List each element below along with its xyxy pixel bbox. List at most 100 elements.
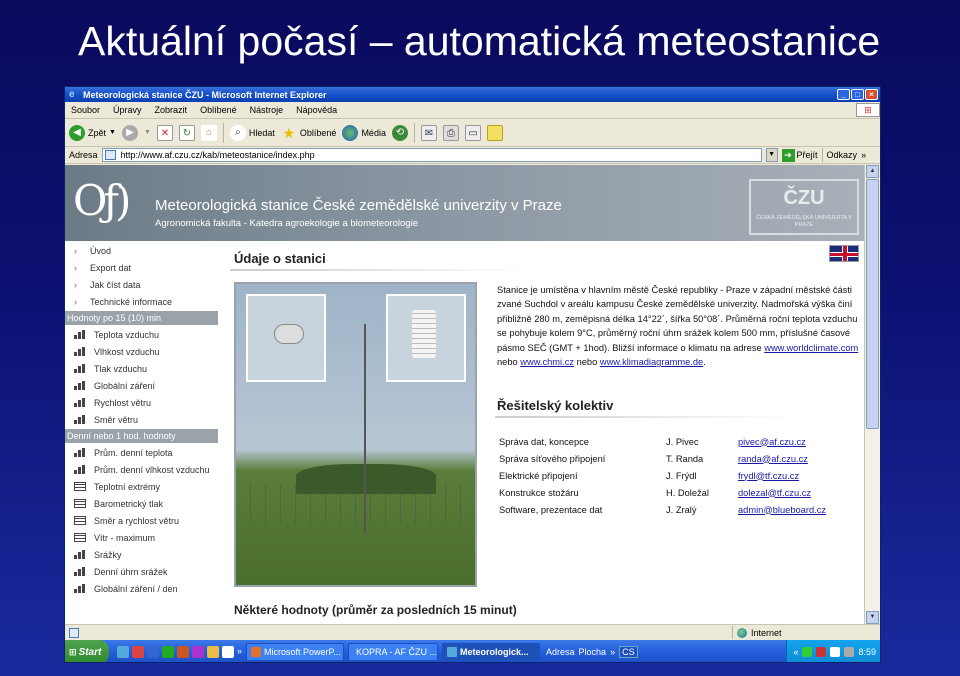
vertical-scrollbar[interactable]: ▲ ▼ bbox=[864, 165, 880, 624]
nav-label: Směr a rychlost větru bbox=[94, 515, 180, 526]
team-email-link[interactable]: pivec@af.czu.cz bbox=[738, 437, 806, 447]
chevron-left-icon[interactable]: « bbox=[793, 647, 798, 657]
scroll-down-icon[interactable]: ▼ bbox=[866, 611, 879, 624]
chevron-right-icon[interactable]: » bbox=[610, 647, 615, 657]
taskbar-item-kopra[interactable]: KOPRA - AF ČZU ... bbox=[348, 643, 439, 661]
edit-icon[interactable]: ▭ bbox=[464, 124, 481, 141]
chevron-right-icon[interactable]: » bbox=[861, 150, 866, 160]
heading-underline bbox=[495, 416, 795, 418]
chevron-right-icon[interactable]: » bbox=[237, 646, 242, 658]
nav-label: Rychlost větru bbox=[94, 397, 152, 408]
desktop-toolbar-label[interactable]: Plocha bbox=[579, 647, 607, 657]
team-role: Správa síťového připojení bbox=[499, 453, 606, 464]
table-row: Software, prezentace dat J. Zralý admin@bl… bbox=[499, 501, 826, 518]
address-dropdown-button[interactable]: ▼ bbox=[765, 148, 778, 162]
stop-icon[interactable]: ✕ bbox=[156, 124, 173, 141]
menu-file[interactable]: Soubor bbox=[71, 105, 100, 115]
favorites-button[interactable]: ★ Oblíbené bbox=[281, 125, 337, 141]
messenger-icon[interactable] bbox=[486, 124, 503, 141]
nav-item-technical-info[interactable]: › Technické informace bbox=[65, 293, 218, 310]
link-worldclimate[interactable]: www.worldclimate.com bbox=[764, 343, 858, 353]
nav-item-barometric-pressure[interactable]: Barometrický tlak bbox=[65, 495, 218, 512]
nav-item-how-to-read[interactable]: › Jak číst data bbox=[65, 276, 218, 293]
team-email-link[interactable]: dolezal@tf.czu.cz bbox=[738, 488, 811, 498]
nav-item-air-temperature[interactable]: Teplota vzduchu bbox=[65, 326, 218, 343]
nav-item-wind-direction[interactable]: Směr větru bbox=[65, 411, 218, 428]
history-icon[interactable]: ⟲ bbox=[391, 124, 408, 141]
scroll-up-icon[interactable]: ▲ bbox=[866, 165, 879, 178]
address-toolbar-label[interactable]: Adresa bbox=[546, 647, 575, 657]
menu-help[interactable]: Nápověda bbox=[296, 105, 337, 115]
ie-quicklaunch-icon[interactable] bbox=[117, 646, 129, 658]
team-email-link[interactable]: randa@af.czu.cz bbox=[738, 454, 808, 464]
nav-item-wind-dir-speed[interactable]: Směr a rychlost větru bbox=[65, 512, 218, 529]
nav-item-export[interactable]: › Export dat bbox=[65, 259, 218, 276]
chevron-down-icon[interactable]: ▼ bbox=[144, 129, 151, 136]
network-icon[interactable] bbox=[844, 647, 855, 657]
back-button[interactable]: ◀ Zpět ▼ bbox=[69, 124, 116, 141]
menu-tools[interactable]: Nástroje bbox=[250, 105, 284, 115]
nav-label: Teplotní extrémy bbox=[94, 481, 161, 492]
english-flag-icon[interactable] bbox=[829, 245, 859, 262]
nav-item-daily-radiation[interactable]: Globální záření / den bbox=[65, 580, 218, 597]
link-chmi[interactable]: www.chmi.cz bbox=[520, 357, 574, 367]
nav-item-uvod[interactable]: › Úvod bbox=[65, 242, 218, 259]
tray-icon[interactable] bbox=[802, 647, 813, 657]
search-button[interactable]: ⌕ Hledat bbox=[229, 124, 275, 141]
excel-quicklaunch-icon[interactable] bbox=[162, 646, 174, 658]
address-label: Adresa bbox=[69, 150, 98, 160]
ie-icon bbox=[447, 647, 458, 657]
forward-arrow-icon[interactable]: ▶ bbox=[121, 124, 138, 141]
app-quicklaunch-icon[interactable] bbox=[192, 646, 204, 658]
home-icon[interactable]: ⌂ bbox=[200, 124, 217, 141]
window-title: Meteorologická stanice ČZU - Microsoft I… bbox=[83, 89, 327, 100]
nav-item-wind-speed[interactable]: Rychlost větru bbox=[65, 394, 218, 411]
nav-item-wind-max[interactable]: Vítr - maximum bbox=[65, 529, 218, 546]
menu-view[interactable]: Zobrazit bbox=[155, 105, 188, 115]
nav-item-temperature-extremes[interactable]: Teplotní extrémy bbox=[65, 478, 218, 495]
team-email-link[interactable]: frydl@tf.czu.cz bbox=[738, 471, 799, 481]
word-quicklaunch-icon[interactable] bbox=[147, 646, 159, 658]
outlook-quicklaunch-icon[interactable] bbox=[132, 646, 144, 658]
media-button[interactable]: Média bbox=[342, 124, 386, 141]
task-label: Meteorologick... bbox=[460, 647, 529, 657]
taskbar-item-meteo[interactable]: Meteorologick... bbox=[442, 643, 541, 661]
nav-item-daily-precipitation[interactable]: Denní úhrn srážek bbox=[65, 563, 218, 580]
link-klimadiagramme[interactable]: www.klimadiagramme.de bbox=[600, 357, 703, 367]
address-input[interactable]: http://www.af.czu.cz/kab/meteostanice/in… bbox=[101, 148, 762, 162]
clock[interactable]: 8:59 bbox=[858, 647, 876, 657]
powerpoint-quicklaunch-icon[interactable] bbox=[177, 646, 189, 658]
crest-letters: ČZU bbox=[783, 187, 825, 209]
chevron-down-icon[interactable]: ▼ bbox=[109, 129, 116, 136]
tray-icon[interactable] bbox=[816, 647, 827, 657]
menu-favorites[interactable]: Oblíbené bbox=[200, 105, 237, 115]
app-quicklaunch-icon[interactable] bbox=[222, 646, 234, 658]
maximize-button[interactable]: □ bbox=[851, 89, 864, 100]
team-email-link[interactable]: admin@blueboard.cz bbox=[738, 505, 826, 515]
minimize-button[interactable]: _ bbox=[837, 89, 850, 100]
nav-item-humidity[interactable]: Vlhkost vzduchu bbox=[65, 343, 218, 360]
nav-section-header: Denní nebo 1 hod. hodnoty bbox=[65, 429, 218, 443]
nav-item-avg-daily-temperature[interactable]: Prům. denní teplota bbox=[65, 444, 218, 461]
start-button[interactable]: ⊞ Start bbox=[65, 640, 109, 662]
print-icon[interactable]: ⎙ bbox=[442, 124, 459, 141]
nav-item-global-radiation[interactable]: Globální záření bbox=[65, 377, 218, 394]
menu-edit[interactable]: Úpravy bbox=[113, 105, 142, 115]
mail-icon[interactable]: ✉ bbox=[420, 124, 437, 141]
links-button[interactable]: Odkazy bbox=[827, 150, 858, 160]
go-button[interactable]: ➔ Přejít bbox=[781, 148, 818, 162]
app-quicklaunch-icon[interactable] bbox=[207, 646, 219, 658]
nav-item-precipitation[interactable]: Srážky bbox=[65, 546, 218, 563]
refresh-icon[interactable]: ↻ bbox=[178, 124, 195, 141]
powerpoint-icon bbox=[251, 647, 262, 657]
close-button[interactable]: × bbox=[865, 89, 878, 100]
language-indicator[interactable]: CS bbox=[619, 646, 638, 658]
nav-item-avg-daily-humidity[interactable]: Prům. denní vlhkost vzduchu bbox=[65, 461, 218, 478]
table-row: Správa dat, koncepce J. Pivec pivec@af.czu… bbox=[499, 433, 826, 450]
table-icon bbox=[74, 499, 86, 508]
volume-icon[interactable] bbox=[830, 647, 841, 657]
nav-item-pressure[interactable]: Tlak vzduchu bbox=[65, 360, 218, 377]
scroll-thumb[interactable] bbox=[866, 179, 879, 429]
taskbar-item-powerpoint[interactable]: Microsoft PowerP... bbox=[246, 643, 345, 661]
window-titlebar[interactable]: e Meteorologická stanice ČZU - Microsoft… bbox=[65, 87, 880, 102]
